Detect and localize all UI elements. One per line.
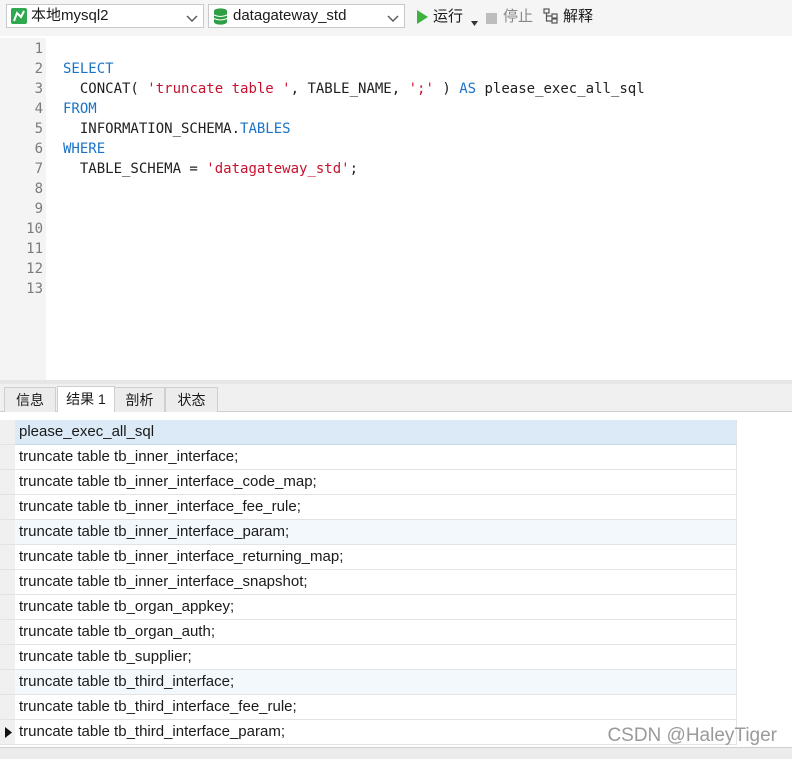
sql-string: 'datagateway_std' [206,161,350,177]
row-indicator[interactable] [0,695,15,720]
sql-text: please_exec_all_sql [476,81,645,97]
explain-button[interactable]: 解释 [543,7,603,27]
table-row[interactable]: truncate table tb_third_interface; [15,670,737,695]
current-row-arrow-icon [5,727,12,738]
table-row[interactable]: truncate table tb_third_interface_fee_ru… [15,695,737,720]
code-line: SELECT [63,59,114,79]
database-name: datagateway_std [233,7,347,24]
line-number: 5 [34,121,43,137]
sql-keyword: FROM [63,101,97,117]
explain-label: 解释 [563,8,594,25]
line-number: 12 [26,261,43,277]
line-number: 13 [26,281,43,297]
connection-select[interactable]: 本地mysql2 [6,4,204,28]
row-indicator[interactable] [0,570,15,595]
line-number: 10 [26,221,43,237]
row-indicator[interactable] [0,645,15,670]
tab-info[interactable]: 信息 [4,387,56,412]
stop-label: 停止 [503,8,534,25]
code-line: CONCAT( 'truncate table ', TABLE_NAME, '… [63,79,645,99]
row-indicator[interactable] [0,595,15,620]
line-number: 11 [26,241,43,257]
connection-name: 本地mysql2 [31,7,109,24]
results-grid[interactable]: please_exec_all_sql truncate table tb_in… [0,412,792,759]
tab-result-1[interactable]: 结果 1 [57,386,115,412]
sql-keyword: TABLES [240,121,291,137]
table-row[interactable]: truncate table tb_organ_auth; [15,620,737,645]
database-select[interactable]: datagateway_std [208,4,405,28]
table-row[interactable]: truncate table tb_supplier; [15,645,737,670]
result-tabs: 信息 结果 1 剖析 状态 [0,384,792,412]
row-indicator[interactable] [0,620,15,645]
row-indicator[interactable] [0,670,15,695]
row-indicator[interactable] [0,445,15,470]
row-indicator[interactable] [0,520,15,545]
table-row[interactable]: truncate table tb_inner_interface_param; [15,520,737,545]
sql-text: INFORMATION_SCHEMA. [63,121,241,137]
tab-status[interactable]: 状态 [165,387,218,412]
line-number: 2 [34,61,43,77]
table-row[interactable]: truncate table tb_inner_interface_snapsh… [15,570,737,595]
row-indicator[interactable] [0,720,15,745]
dropdown-arrow-icon [471,12,478,32]
run-label: 运行 [433,8,464,25]
code-line: FROM [63,99,97,119]
grid-bottom-edge [0,747,792,759]
stop-button[interactable]: 停止 [486,7,536,27]
row-indicator[interactable] [0,495,15,520]
table-row[interactable]: truncate table tb_inner_interface_return… [15,545,737,570]
row-indicator[interactable] [0,470,15,495]
tab-profile[interactable]: 剖析 [114,387,165,412]
sql-keyword: WHERE [63,141,106,157]
line-number: 8 [34,181,43,197]
code-line: WHERE [63,139,105,159]
column-header-please-exec-all-sql[interactable]: please_exec_all_sql [15,420,737,445]
stop-icon [486,10,497,30]
table-row[interactable]: truncate table tb_inner_interface; [15,445,737,470]
sql-text: TABLE_SCHEMA = [63,161,207,177]
line-number: 7 [34,161,43,177]
row-indicator[interactable] [0,545,15,570]
line-number: 1 [34,41,43,57]
sql-text: ) [433,81,460,97]
line-number: 9 [34,201,43,217]
line-number-gutter: 1 2 3 4 5 6 7 8 9 10 11 12 13 [0,38,46,380]
code-line: INFORMATION_SCHEMA.TABLES [63,119,291,139]
line-number: 6 [34,141,43,157]
sql-keyword: SELECT [63,61,114,77]
play-icon [416,10,428,30]
sql-text: ; [349,161,359,177]
watermark: CSDN @HaleyTiger [607,725,777,746]
run-button[interactable]: 运行 [416,7,480,27]
line-number: 3 [34,81,43,97]
sql-string: 'truncate table ' [147,81,291,97]
toolbar: 本地mysql2 datagateway_std 运行 停止 解释 [0,0,792,36]
chevron-down-icon [186,9,198,31]
database-icon [213,8,228,32]
explain-icon [543,8,559,30]
table-row[interactable]: truncate table tb_organ_appkey; [15,595,737,620]
table-row[interactable]: truncate table tb_inner_interface_code_m… [15,470,737,495]
line-number: 4 [34,101,43,117]
sql-text: CONCAT( [63,81,148,97]
sql-keyword: AS [459,81,477,97]
sql-text: , TABLE_NAME, [290,81,409,97]
sql-string: ';' [408,81,434,97]
table-row[interactable]: truncate table tb_inner_interface_fee_ru… [15,495,737,520]
code-line: TABLE_SCHEMA = 'datagateway_std'; [63,159,358,179]
row-indicator-header [0,420,15,445]
chevron-down-icon [387,9,399,31]
sql-editor[interactable]: 1 2 3 4 5 6 7 8 9 10 11 12 13 SELECT CONCAT( 'trunca… [0,38,792,380]
connection-icon [11,8,27,31]
